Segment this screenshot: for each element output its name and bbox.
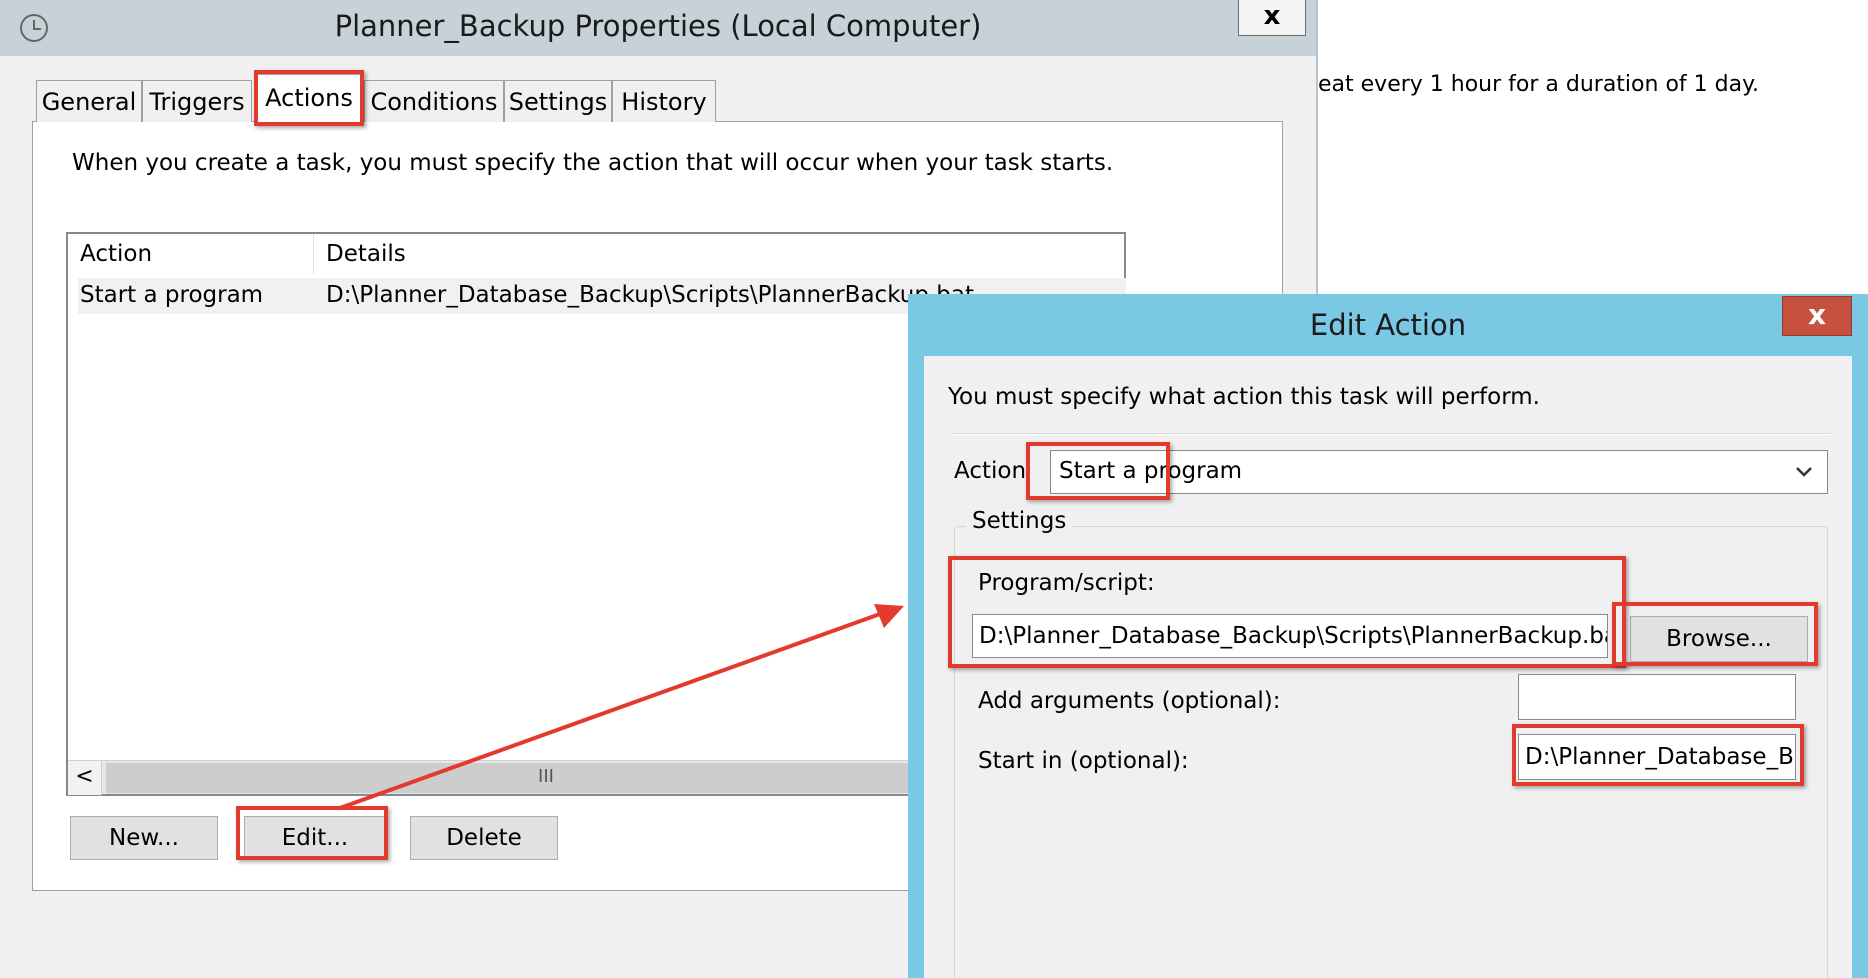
annotation-arrow [339,604,904,810]
